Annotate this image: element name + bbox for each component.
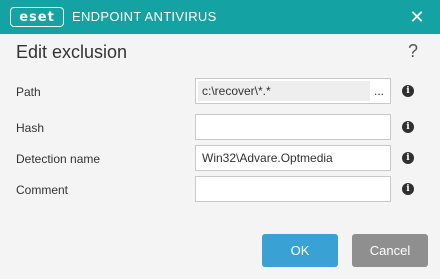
detection-name-label: Detection name <box>16 152 101 166</box>
comment-info-icon[interactable]: i <box>402 183 414 195</box>
title-bar: eset ENDPOINT ANTIVIRUS ✕ <box>0 0 440 34</box>
path-info-icon[interactable]: i <box>402 85 414 97</box>
path-field[interactable]: c:\recover\*.* ... <box>195 78 391 104</box>
comment-label: Comment <box>16 183 69 197</box>
browse-button[interactable]: ... <box>372 79 386 103</box>
product-name: ENDPOINT ANTIVIRUS <box>72 9 217 24</box>
ok-button[interactable]: OK <box>262 234 338 267</box>
eset-logo: eset <box>10 7 64 27</box>
dialog-header: Edit exclusion ? <box>0 34 440 72</box>
path-label: Path <box>16 85 41 99</box>
comment-field[interactable] <box>195 176 391 202</box>
hash-field[interactable] <box>195 114 391 140</box>
detection-name-field[interactable]: Win32\Advare.Optmedia <box>195 145 391 171</box>
help-icon[interactable]: ? <box>408 41 418 62</box>
hash-label: Hash <box>16 121 45 135</box>
path-value[interactable]: c:\recover\*.* <box>198 81 370 101</box>
hash-info-icon[interactable]: i <box>402 121 414 133</box>
dialog-title: Edit exclusion <box>16 42 128 62</box>
detection-name-info-icon[interactable]: i <box>402 152 414 164</box>
close-icon[interactable]: ✕ <box>406 6 428 28</box>
cancel-button[interactable]: Cancel <box>352 234 428 267</box>
